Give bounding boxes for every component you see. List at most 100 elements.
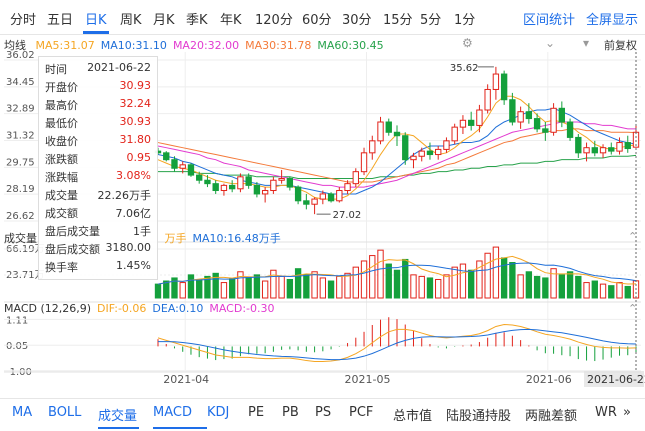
- candle-body: [402, 135, 409, 161]
- volume-bar: [533, 275, 541, 299]
- indicator-tab-4[interactable]: KDJ: [207, 405, 229, 420]
- candle-body: [459, 119, 467, 128]
- volume-bar: [336, 275, 343, 299]
- volume-bar: [467, 269, 475, 299]
- indicator-tab-0[interactable]: MA: [12, 405, 32, 420]
- macd-panel-collapse-icon[interactable]: ⌃: [628, 302, 637, 315]
- volume-bar: [385, 263, 392, 299]
- volume-bar: [393, 269, 401, 299]
- candle-body: [253, 184, 261, 195]
- macd-legend-3: MACD:-0.30: [209, 302, 275, 315]
- candle-body: [616, 142, 623, 152]
- volume-legend-1: MA10:16.48万手: [192, 232, 281, 245]
- volume-bar: [435, 278, 442, 299]
- tooltip-row: 涨跌幅 3.08%: [45, 169, 151, 185]
- tooltip-key: 成交额: [45, 207, 78, 220]
- candle-body: [327, 193, 335, 202]
- volume-panel-collapse-icon[interactable]: ⌃: [628, 230, 637, 243]
- volume-bar: [261, 280, 269, 299]
- candle-body: [286, 178, 294, 188]
- x-axis-date-label: 2021-05: [345, 373, 391, 386]
- candle-body: [575, 136, 582, 154]
- tooltip-key: 最低价: [45, 117, 78, 130]
- candle-body: [245, 176, 252, 186]
- indicator-tab-3[interactable]: MACD: [153, 405, 192, 420]
- volume-bar: [344, 272, 351, 299]
- volume-bar: [327, 280, 335, 299]
- candle-body: [410, 155, 417, 161]
- current-date-label: 2021-06-22: [587, 373, 645, 386]
- volume-bar: [237, 271, 244, 299]
- candle-body: [204, 179, 211, 185]
- candle-body: [624, 142, 631, 150]
- candle-body: [278, 178, 285, 181]
- volume-bar: [278, 275, 285, 299]
- candle-body: [220, 184, 228, 192]
- indicator-tab-12[interactable]: WR: [595, 405, 617, 420]
- volume-bar: [179, 282, 186, 299]
- macd-legend-0: MACD (12,26,9): [4, 302, 92, 315]
- tooltip-row: 成交额 7.06亿: [45, 205, 151, 221]
- candle-body: [311, 198, 318, 205]
- candle-body: [369, 140, 376, 154]
- price-tick-label: 32.89: [6, 104, 35, 115]
- indicator-tab-6[interactable]: PB: [282, 405, 299, 420]
- max-price-annotation: 35.62: [450, 63, 479, 74]
- tooltip-value: 30.93: [119, 79, 152, 92]
- tooltip-key: 开盘价: [45, 81, 78, 94]
- indicator-tab-8[interactable]: PCF: [349, 405, 373, 420]
- more-indicators-chevron-icon[interactable]: »: [623, 405, 631, 420]
- candle-body: [550, 107, 557, 133]
- volume-bar: [509, 262, 516, 299]
- volume-bar: [245, 276, 252, 299]
- indicator-tab-5[interactable]: PE: [248, 405, 264, 420]
- volume-bar: [311, 271, 318, 299]
- indicator-tab-7[interactable]: PS: [315, 405, 331, 420]
- tooltip-value: 0.95: [126, 151, 152, 164]
- candle-body: [525, 111, 533, 120]
- candle-body: [171, 159, 178, 169]
- candle-body: [212, 183, 219, 192]
- candle-body: [270, 179, 277, 192]
- indicator-tab-1[interactable]: BOLL: [48, 405, 81, 420]
- volume-legend-0: 万手: [164, 232, 187, 245]
- volume-bar: [196, 278, 203, 299]
- tooltip-row: 成交量 22.26万手: [45, 187, 151, 203]
- volume-bar: [484, 252, 491, 299]
- indicator-tab-11[interactable]: 两融差额: [525, 405, 577, 424]
- tooltip-value: 32.24: [119, 97, 152, 110]
- price-tick-label: 28.19: [6, 184, 35, 195]
- indicator-tab-9[interactable]: 总市值: [393, 405, 432, 424]
- volume-bar: [591, 280, 598, 299]
- tooltip-key: 盘后成交量: [45, 225, 100, 238]
- volume-bar: [410, 274, 417, 299]
- candle-body: [237, 176, 244, 190]
- candle-body: [451, 126, 458, 142]
- macd-tick-label: 1.11: [6, 315, 28, 326]
- volume-label: 成交量: [4, 232, 37, 245]
- volume-bar: [451, 266, 458, 299]
- candle-body: [303, 200, 310, 205]
- candle-tooltip: 时间 2021-06-22 开盘价 30.93 最高价 32.24 最低价 30.93 收盘价 3…: [38, 56, 158, 280]
- candle-body: [426, 150, 434, 156]
- volume-bar: [352, 266, 359, 299]
- volume-bar: [377, 249, 384, 299]
- tooltip-row: 最高价 32.24: [45, 97, 151, 113]
- tooltip-key: 成交量: [45, 189, 78, 202]
- min-price-annotation: 27.02: [333, 210, 362, 221]
- indicator-tab-2[interactable]: 成交量: [98, 405, 137, 424]
- candle-body: [196, 174, 203, 181]
- tooltip-row: 盘后成交量 1手: [45, 223, 151, 239]
- volume-bar: [418, 275, 425, 299]
- candle-body: [591, 147, 598, 154]
- volume-bar: [575, 275, 582, 299]
- indicator-tab-10[interactable]: 陆股通持股: [446, 405, 511, 424]
- candle-body: [344, 183, 351, 192]
- candle-body: [558, 107, 566, 123]
- candle-body: [352, 171, 359, 185]
- tooltip-key: 最高价: [45, 99, 78, 112]
- volume-bar: [270, 269, 277, 299]
- candle-body: [500, 73, 508, 101]
- candle-body: [163, 152, 170, 161]
- candle-body: [599, 147, 607, 154]
